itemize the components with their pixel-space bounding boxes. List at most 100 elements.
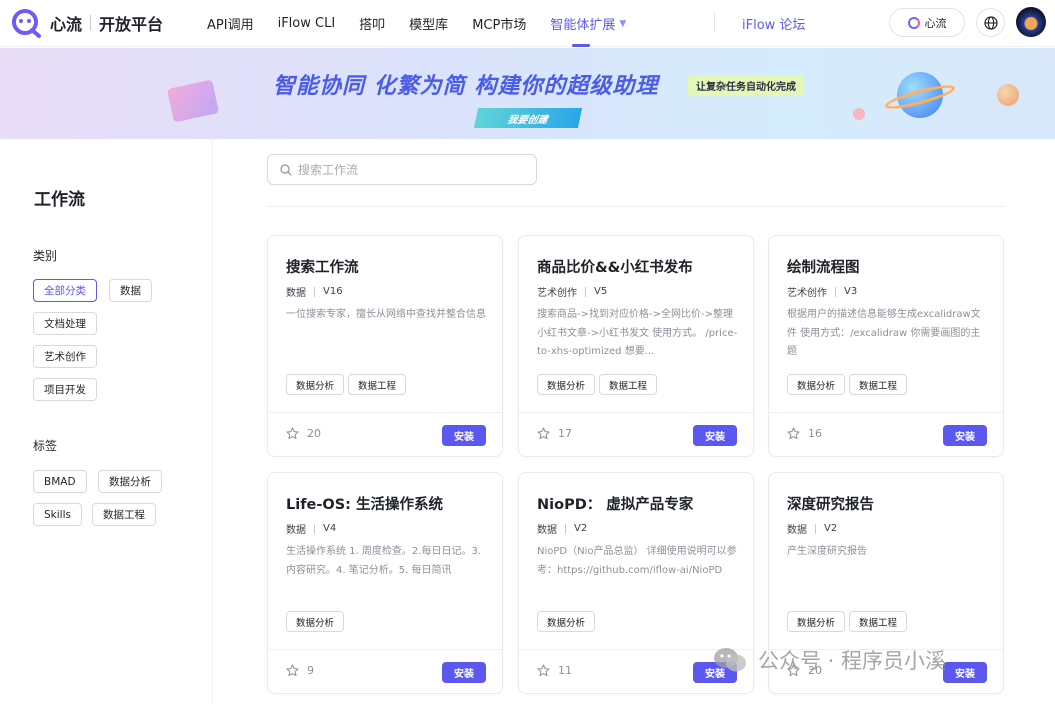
meta-divider <box>835 286 836 297</box>
tag-heading: 标签 <box>33 439 58 453</box>
avatar[interactable] <box>1016 7 1046 37</box>
star-count: 20 <box>307 427 321 440</box>
card-description: 搜索商品->找到对应价格->全网比价->整理小红书文章->小红书发文 使用方式。… <box>537 309 738 357</box>
nav-api[interactable]: API调用 <box>207 0 254 47</box>
card-tags: 数据分析 数据工程 <box>537 374 661 395</box>
nav-iflow-cli[interactable]: iFlow CLI <box>278 0 336 47</box>
card-tags: 数据分析 <box>286 611 348 632</box>
category-chip-data[interactable]: 数据 <box>109 279 152 302</box>
card-title: 搜索工作流 <box>286 260 359 276</box>
card-category: 数据 <box>787 525 807 536</box>
install-button[interactable]: 安装 <box>943 425 987 446</box>
card-divider <box>769 412 1003 413</box>
card-tag[interactable]: 数据分析 <box>787 611 846 632</box>
xinliu-button[interactable]: 心流 <box>889 8 965 37</box>
card-tag[interactable]: 数据工程 <box>599 374 658 395</box>
category-chip-project[interactable]: 项目开发 <box>33 378 97 401</box>
language-button[interactable] <box>976 8 1005 37</box>
card-tag[interactable]: 数据工程 <box>348 374 407 395</box>
category-heading: 类别 <box>33 249 58 263</box>
card-tags: 数据分析 数据工程 <box>787 374 911 395</box>
create-button[interactable]: 我要创建 <box>473 108 583 128</box>
banner-decoration-icon <box>166 79 220 123</box>
star-count: 16 <box>808 427 822 440</box>
nav-agent-extensions-label: 智能体扩展 <box>550 18 616 33</box>
card-divider <box>268 649 502 650</box>
meta-divider <box>585 286 586 297</box>
install-button[interactable]: 安装 <box>442 425 486 446</box>
nav-model-library-label: 模型库 <box>409 18 449 33</box>
card-category: 艺术创作 <box>787 288 827 299</box>
workflow-card[interactable]: Life-OS: 生活操作系统 数据 V4 生活操作系统 1. 周度检查。2.每日… <box>267 472 503 694</box>
category-chip-art[interactable]: 艺术创作 <box>33 345 97 368</box>
star-button[interactable]: 16 <box>787 427 822 440</box>
watermark: 公众号 · 程序员小溪 <box>712 645 946 675</box>
category-chip-all[interactable]: 全部分类 <box>33 279 97 302</box>
banner-tag: 让复杂任务自动化完成 <box>688 75 804 96</box>
meta-divider <box>565 523 566 534</box>
card-meta: 数据 V16 <box>286 284 343 299</box>
logo[interactable]: 心流 开放平台 <box>10 8 163 38</box>
card-tag[interactable]: 数据工程 <box>849 374 908 395</box>
card-version: V2 <box>574 523 588 534</box>
star-button[interactable]: 9 <box>286 664 314 677</box>
install-button[interactable]: 安装 <box>693 425 737 446</box>
card-version: V2 <box>824 523 838 534</box>
workflow-card[interactable]: 商品比价&&小红书发布 艺术创作 V5 搜索商品->找到对应价格->全网比价->整… <box>518 235 754 457</box>
card-divider <box>519 412 753 413</box>
card-description: NioPD（Nio产品总监） 详细使用说明可以参考：https://github… <box>537 546 737 576</box>
search-input[interactable] <box>298 162 518 177</box>
card-description: 产生深度研究报告 <box>787 546 867 557</box>
xinliu-button-label: 心流 <box>924 16 947 30</box>
nav-forum[interactable]: iFlow 论坛 <box>742 0 805 47</box>
card-tags: 数据分析 数据工程 <box>286 374 410 395</box>
search-box[interactable] <box>267 154 537 185</box>
tag-chip-bmad[interactable]: BMAD <box>33 470 87 493</box>
logo-icon <box>10 8 42 38</box>
card-description: 生活操作系统 1. 周度检查。2.每日日记。3. 内容研究。4. 笔记分析。5.… <box>286 546 481 576</box>
create-button-label: 我要创建 <box>506 114 549 126</box>
workflow-card[interactable]: 绘制流程图 艺术创作 V3 根据用户的描述信息能够生成excalidraw文件 使… <box>768 235 1004 457</box>
star-button[interactable]: 20 <box>286 427 321 440</box>
card-meta: 艺术创作 V3 <box>787 284 857 299</box>
wechat-icon <box>712 646 748 674</box>
card-divider <box>268 412 502 413</box>
meta-divider <box>314 523 315 534</box>
meta-divider <box>815 523 816 534</box>
page-title: 工作流 <box>34 190 85 210</box>
category-chip-doc[interactable]: 文档处理 <box>33 312 97 335</box>
card-tag[interactable]: 数据分析 <box>787 374 846 395</box>
card-tag[interactable]: 数据分析 <box>286 374 345 395</box>
top-navbar: 心流 开放平台 API调用 iFlow CLI 搭叩 模型库 MCP市场 智能体… <box>0 0 1055 47</box>
workflow-card[interactable]: 搜索工作流 数据 V16 一位搜索专家，擅长从网络中查找并整合信息 数据分析 数据工… <box>267 235 503 457</box>
tag-chip-data-analysis[interactable]: 数据分析 <box>98 470 162 493</box>
card-version: V3 <box>844 286 858 297</box>
card-tag[interactable]: 数据分析 <box>537 611 596 632</box>
nav-mcp-market[interactable]: MCP市场 <box>472 0 526 47</box>
card-category: 数据 <box>537 525 557 536</box>
tag-chip-skills[interactable]: Skills <box>33 503 82 526</box>
nav-dakou[interactable]: 搭叩 <box>359 0 385 47</box>
card-tag[interactable]: 数据分析 <box>537 374 596 395</box>
card-version: V5 <box>594 286 608 297</box>
star-icon <box>537 427 550 440</box>
divider <box>267 206 1005 207</box>
card-tag[interactable]: 数据工程 <box>849 611 908 632</box>
tag-chip-data-engineering[interactable]: 数据工程 <box>92 503 156 526</box>
install-button[interactable]: 安装 <box>943 662 987 683</box>
banner-title: 智能协同 化繁为简 构建你的超级助理 <box>273 74 659 99</box>
star-icon <box>286 427 299 440</box>
card-tag[interactable]: 数据分析 <box>286 611 345 632</box>
card-description: 根据用户的描述信息能够生成excalidraw文件 使用方式：/excalidr… <box>787 309 981 357</box>
card-category: 艺术创作 <box>537 288 577 299</box>
card-title: Life-OS: 生活操作系统 <box>286 497 443 513</box>
nav-agent-extensions[interactable]: 智能体扩展 ▼ <box>550 0 626 47</box>
install-button[interactable]: 安装 <box>442 662 486 683</box>
star-icon <box>787 427 800 440</box>
star-icon <box>537 664 550 677</box>
star-button[interactable]: 17 <box>537 427 572 440</box>
promo-banner[interactable]: 智能协同 化繁为简 构建你的超级助理 让复杂任务自动化完成 我要创建 <box>0 48 1055 139</box>
nav-model-library[interactable]: 模型库 <box>409 0 448 47</box>
star-button[interactable]: 11 <box>537 664 572 677</box>
card-meta: 艺术创作 V5 <box>537 284 607 299</box>
